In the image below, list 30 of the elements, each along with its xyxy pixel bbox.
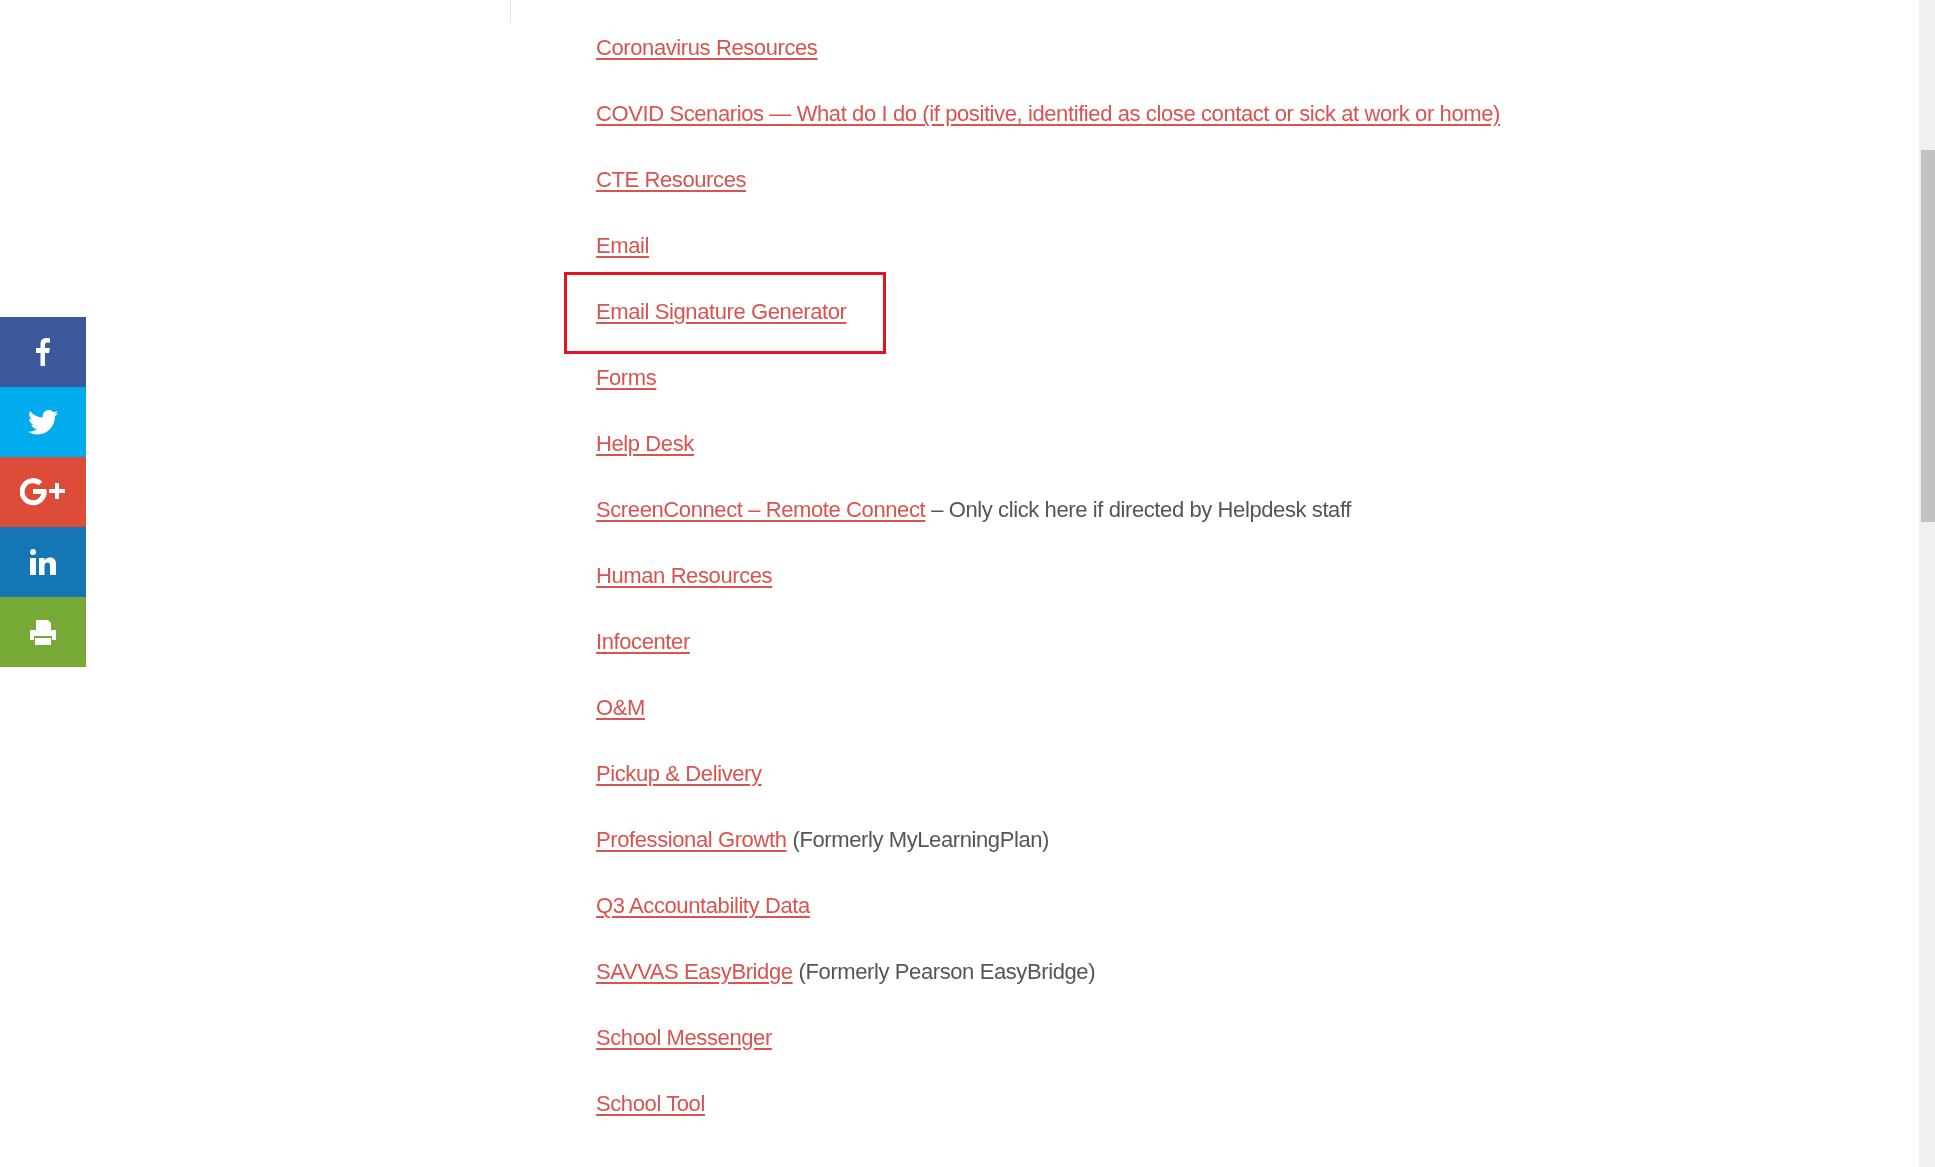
resource-link[interactable]: SAVVAS EasyBridge (596, 959, 793, 984)
google-plus-icon (20, 478, 66, 506)
share-button[interactable] (0, 527, 86, 597)
bird-icon (28, 409, 58, 435)
resource-link[interactable]: COVID Scenarios — What do I do (if positive, identified as close contact or sick at work or home) (596, 101, 1500, 126)
resource-link[interactable]: Human Resources (596, 563, 773, 588)
printer-icon (28, 618, 58, 646)
resource-link[interactable]: ScreenConnect – Remote Connect (596, 497, 926, 522)
link-note: – Only click here if directed by Helpdesk staff (931, 497, 1351, 522)
scrollbar-thumb[interactable] (1921, 150, 1935, 522)
share-button[interactable] (0, 457, 86, 527)
resource-link[interactable]: Q3 Accountability Data (596, 893, 810, 918)
facebook-icon (36, 338, 50, 366)
resource-link[interactable]: Email (596, 233, 649, 258)
resource-link[interactable]: Email Signature Generator (596, 299, 847, 324)
resource-link[interactable]: Infocenter (596, 629, 690, 654)
resource-link[interactable]: Forms (596, 365, 657, 390)
resource-link[interactable]: O&M (596, 695, 645, 720)
share-button[interactable] (0, 317, 86, 387)
resource-link[interactable]: School Messenger (596, 1025, 772, 1050)
resource-link[interactable]: Help Desk (596, 431, 694, 456)
resource-link[interactable]: Pickup & Delivery (596, 761, 762, 786)
resource-link[interactable]: Coronavirus Resources (596, 35, 818, 60)
scrollbar[interactable] (1919, 0, 1935, 1167)
resource-link[interactable]: CTE Resources (596, 167, 747, 192)
link-note: (Formerly MyLearningPlan) (792, 827, 1050, 852)
link-note: (Formerly Pearson EasyBridge) (798, 959, 1096, 984)
linkedin-icon (30, 549, 56, 575)
resource-link[interactable]: School Tool (596, 1091, 705, 1116)
resource-link[interactable]: Professional Growth (596, 827, 787, 852)
